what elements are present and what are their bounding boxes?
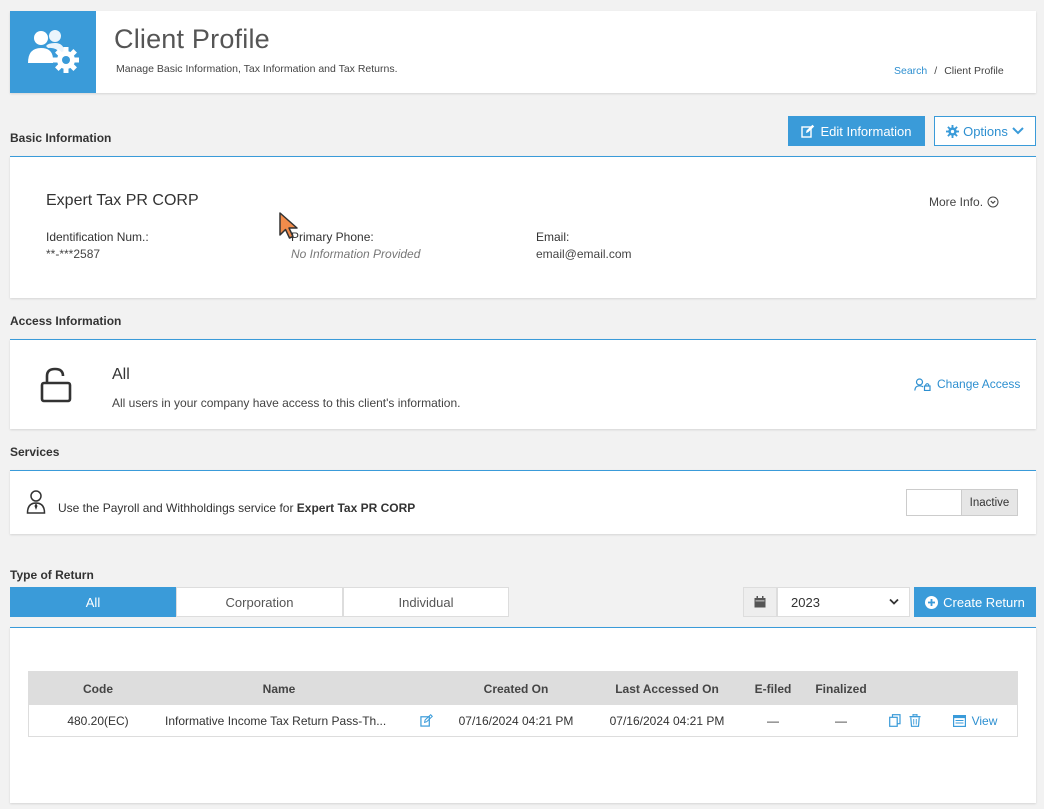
returns-table: Code Name Created On Last Accessed On E-… <box>28 671 1018 737</box>
breadcrumb-search-link[interactable]: Search <box>894 65 927 77</box>
breadcrumb-separator: / <box>934 65 938 77</box>
table-header: Code Name Created On Last Accessed On E-… <box>29 672 1017 705</box>
table-row: 480.20(EC) Informative Income Tax Return… <box>29 705 1017 736</box>
access-description: All users in your company have access to… <box>112 396 461 410</box>
create-return-button[interactable]: Create Return <box>914 587 1036 617</box>
client-profile-icon <box>10 11 96 93</box>
payroll-service-text: Use the Payroll and Withholdings service… <box>58 501 415 515</box>
type-of-return-title: Type of Return <box>10 568 94 582</box>
column-created-on: Created On <box>483 681 549 696</box>
unlock-icon <box>40 367 72 403</box>
access-information-card <box>10 339 1036 429</box>
year-calendar-addon <box>743 587 777 617</box>
change-access-link[interactable]: Change Access <box>914 377 1020 391</box>
row-finalized: — <box>835 713 847 728</box>
year-select[interactable]: 2023 <box>777 587 910 617</box>
edit-information-label: Edit Information <box>820 123 912 139</box>
plus-circle-icon <box>925 595 939 609</box>
email-label: Email: <box>536 230 570 244</box>
breadcrumb-current: Client Profile <box>944 65 1004 77</box>
trash-icon[interactable] <box>907 705 923 736</box>
chevron-circle-down-icon <box>987 196 999 208</box>
gear-icon <box>946 124 960 138</box>
services-title: Services <box>10 445 60 459</box>
edit-icon <box>801 124 815 138</box>
column-finalized: Finalized <box>815 681 867 696</box>
chevron-down-icon <box>889 598 899 605</box>
user-lock-icon <box>914 377 931 391</box>
page-title: Client Profile <box>114 24 270 54</box>
client-name: Expert Tax PR CORP <box>46 192 199 209</box>
row-created-on: 07/16/2024 04:21 PM <box>458 713 574 728</box>
more-info-link[interactable]: More Info. <box>929 195 999 209</box>
edit-information-button[interactable]: Edit Information <box>788 116 925 146</box>
more-info-label: More Info. <box>929 195 984 209</box>
options-dropdown-button[interactable]: Options <box>934 116 1036 146</box>
tab-all[interactable]: All <box>10 587 176 617</box>
primary-phone-label: Primary Phone: <box>291 230 374 244</box>
access-information-title: Access Information <box>10 314 122 328</box>
change-access-label: Change Access <box>937 377 1021 391</box>
identification-value: **-***2587 <box>46 247 101 261</box>
row-last-accessed: 07/16/2024 04:21 PM <box>609 713 725 728</box>
access-level: All <box>112 366 130 383</box>
view-label: View <box>971 713 998 728</box>
column-efiled: E-filed <box>754 681 792 696</box>
row-efiled: — <box>767 713 779 728</box>
column-code: Code <box>83 681 113 696</box>
payroll-service-toggle[interactable]: Inactive <box>906 489 1018 516</box>
copy-icon[interactable] <box>887 705 903 736</box>
file-icon <box>952 714 966 727</box>
year-select-value: 2023 <box>791 594 820 610</box>
toggle-state-label: Inactive <box>961 490 1017 515</box>
email-value: email@email.com <box>536 247 632 261</box>
view-return-link[interactable]: View <box>947 705 1003 736</box>
user-tie-icon <box>26 490 46 514</box>
identification-label: Identification Num.: <box>46 230 149 244</box>
tab-individual[interactable]: Individual <box>343 587 509 617</box>
calendar-icon <box>754 596 766 608</box>
create-return-label: Create Return <box>943 594 1025 610</box>
toggle-handle <box>907 490 961 515</box>
page-subtitle: Manage Basic Information, Tax Informatio… <box>116 63 398 75</box>
basic-information-card <box>10 156 1036 298</box>
options-label: Options <box>963 123 1008 139</box>
column-name: Name <box>262 681 296 696</box>
primary-phone-value: No Information Provided <box>291 247 421 261</box>
payroll-service-prefix: Use the Payroll and Withholdings service… <box>58 501 294 515</box>
payroll-service-client: Expert Tax PR CORP <box>296 501 416 515</box>
mouse-cursor-icon <box>279 212 298 239</box>
row-code: 480.20(EC) <box>67 713 129 728</box>
row-edit-icon[interactable] <box>417 705 435 736</box>
chevron-down-icon <box>1012 127 1024 135</box>
row-name: Informative Income Tax Return Pass-Th... <box>165 713 387 728</box>
breadcrumb: Search / Client Profile <box>894 65 1004 77</box>
tab-corporation[interactable]: Corporation <box>176 587 343 617</box>
basic-information-title: Basic Information <box>10 131 112 145</box>
column-last-accessed: Last Accessed On <box>615 681 719 696</box>
